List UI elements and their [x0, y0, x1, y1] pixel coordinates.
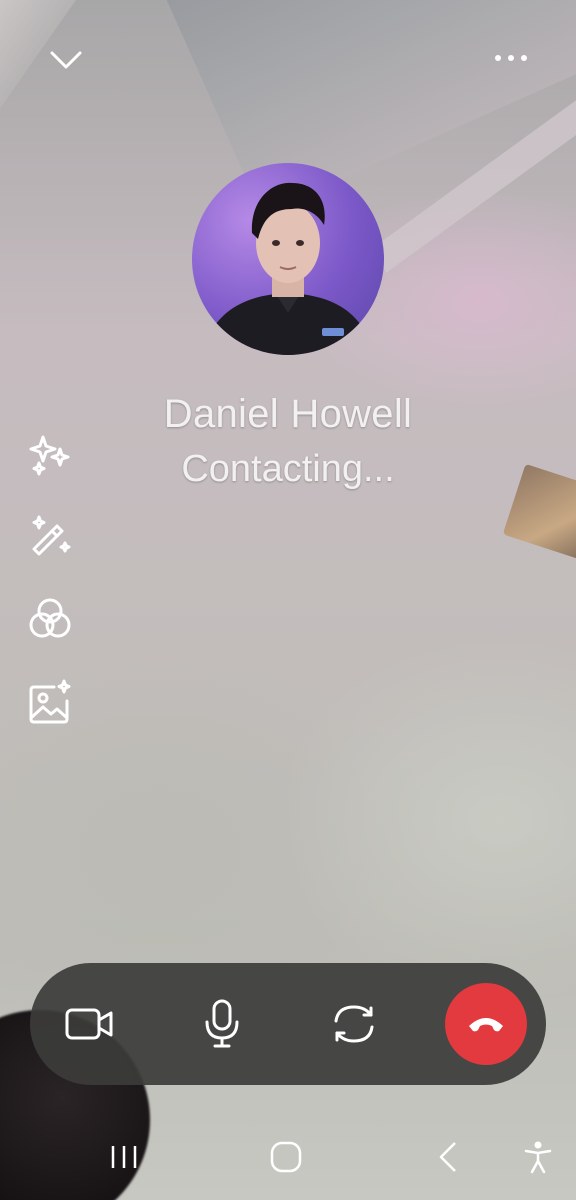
switch-camera-icon: [334, 1005, 374, 1043]
call-control-bar: [30, 963, 546, 1085]
chevron-down-icon: [50, 51, 82, 69]
contact-photo: [202, 182, 374, 355]
recent-apps-icon: [111, 1146, 137, 1168]
color-filter-icon: [29, 598, 71, 638]
home-button[interactable]: [258, 1133, 314, 1181]
back-icon: [439, 1142, 456, 1172]
video-camera-icon: [65, 1008, 113, 1040]
contact-name: Daniel Howell: [163, 392, 413, 436]
recent-apps-button[interactable]: [96, 1133, 152, 1181]
magic-wand-icon: [32, 515, 71, 556]
end-call-icon: [469, 1018, 503, 1032]
color-tone-button[interactable]: [24, 593, 76, 645]
more-options-button[interactable]: [486, 38, 536, 78]
contact-avatar: [192, 163, 384, 355]
minimize-button[interactable]: [40, 38, 92, 82]
filters-button[interactable]: [24, 508, 76, 560]
video-toggle-button[interactable]: [49, 983, 131, 1065]
background-effect-icon: [29, 679, 71, 724]
effects-button[interactable]: [24, 428, 76, 480]
mute-button[interactable]: [181, 983, 263, 1065]
home-icon: [270, 1141, 302, 1173]
accessibility-icon: [524, 1141, 552, 1174]
end-call-button[interactable]: [445, 983, 527, 1065]
switch-camera-button[interactable]: [313, 983, 395, 1065]
accessibility-button[interactable]: [514, 1133, 562, 1181]
background-effect-button[interactable]: [24, 677, 76, 729]
call-status: Contacting...: [181, 448, 395, 490]
sparkles-icon: [29, 435, 70, 476]
more-options-icon: [495, 55, 527, 61]
microphone-icon: [205, 999, 239, 1048]
back-button[interactable]: [420, 1133, 476, 1181]
